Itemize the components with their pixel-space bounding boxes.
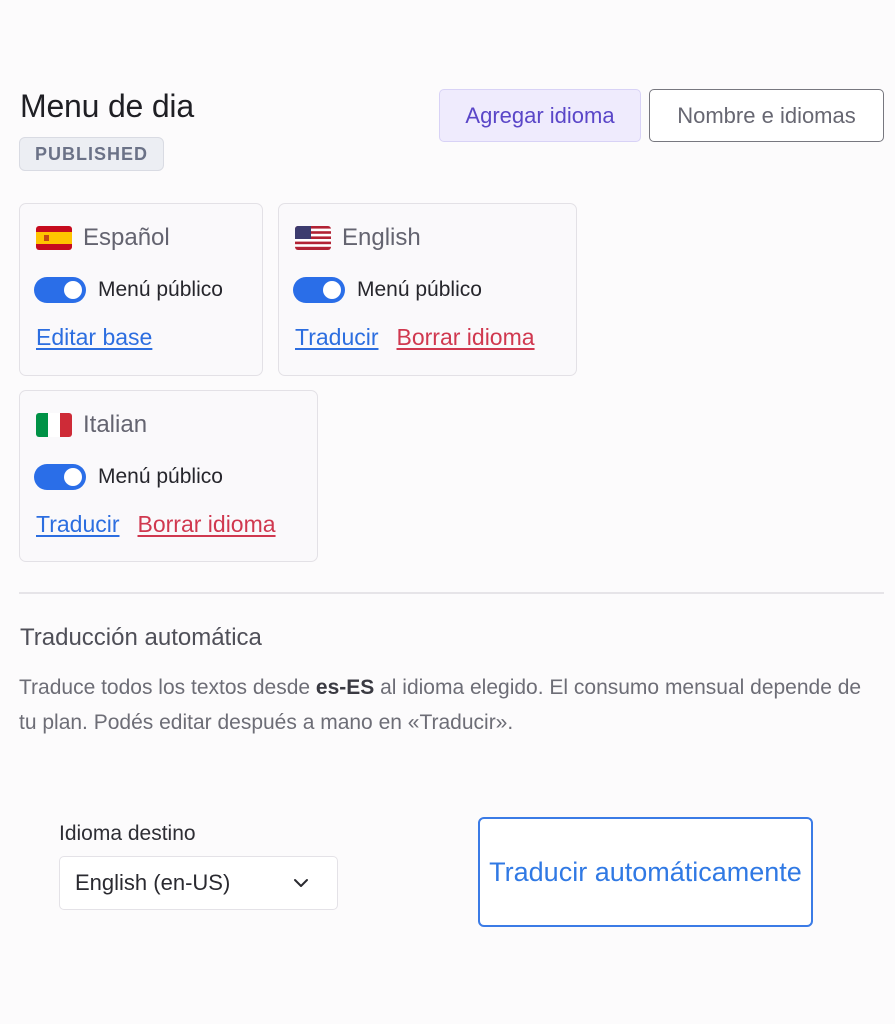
language-name: Español (83, 224, 170, 251)
delete-language-link[interactable]: Borrar idioma (397, 324, 535, 351)
edit-base-link[interactable]: Editar base (36, 324, 152, 351)
language-card-italian: Italian Menú público Traducir Borrar idi… (19, 390, 318, 562)
target-language-value: English (en-US) (75, 870, 231, 895)
usa-flag-icon (295, 226, 331, 250)
public-menu-label: Menú público (357, 278, 482, 301)
language-name: English (342, 224, 421, 251)
spain-flag-icon (36, 226, 72, 250)
status-badge: PUBLISHED (19, 137, 165, 171)
public-menu-row: Menú público (293, 277, 482, 303)
toggle-knob (64, 281, 82, 299)
language-card-header: Español (36, 224, 170, 252)
public-menu-label: Menú público (98, 278, 223, 301)
auto-translate-button[interactable]: Traducir automáticamente (478, 817, 813, 927)
toggle-knob (64, 468, 82, 486)
page-title: Menu de dia (20, 88, 194, 124)
target-language-select[interactable]: English (en-US) (59, 856, 338, 910)
card-actions: Traducir Borrar idioma (36, 511, 276, 538)
source-locale: es-ES (315, 676, 375, 699)
language-card-header: Italian (36, 411, 147, 439)
section-divider (19, 592, 884, 594)
public-menu-toggle[interactable] (34, 464, 86, 490)
italy-flag-icon (36, 413, 72, 437)
auto-translate-title: Traducción automática (20, 624, 262, 651)
public-menu-row: Menú público (34, 464, 223, 490)
translate-link[interactable]: Traducir (295, 324, 379, 351)
target-language-label: Idioma destino (59, 822, 196, 845)
description-text: Traduce todos los textos desde (19, 676, 316, 699)
delete-language-link[interactable]: Borrar idioma (138, 511, 276, 538)
name-and-languages-button[interactable]: Nombre e idiomas (649, 89, 884, 142)
public-menu-row: Menú público (34, 277, 223, 303)
language-card-header: English (295, 224, 421, 252)
card-actions: Traducir Borrar idioma (295, 324, 535, 351)
translate-link[interactable]: Traducir (36, 511, 120, 538)
card-actions: Editar base (36, 324, 170, 351)
language-name: Italian (83, 411, 148, 438)
language-card-spanish: Español Menú público Editar base (19, 203, 263, 376)
toggle-knob (323, 281, 341, 299)
chevron-down-icon (294, 879, 308, 887)
add-language-button[interactable]: Agregar idioma (439, 89, 641, 142)
language-card-english: English Menú público Traducir Borrar idi… (278, 203, 577, 376)
auto-translate-description: Traduce todos los textos desde es-ES al … (19, 670, 879, 740)
public-menu-label: Menú público (98, 465, 223, 488)
public-menu-toggle[interactable] (34, 277, 86, 303)
public-menu-toggle[interactable] (293, 277, 345, 303)
